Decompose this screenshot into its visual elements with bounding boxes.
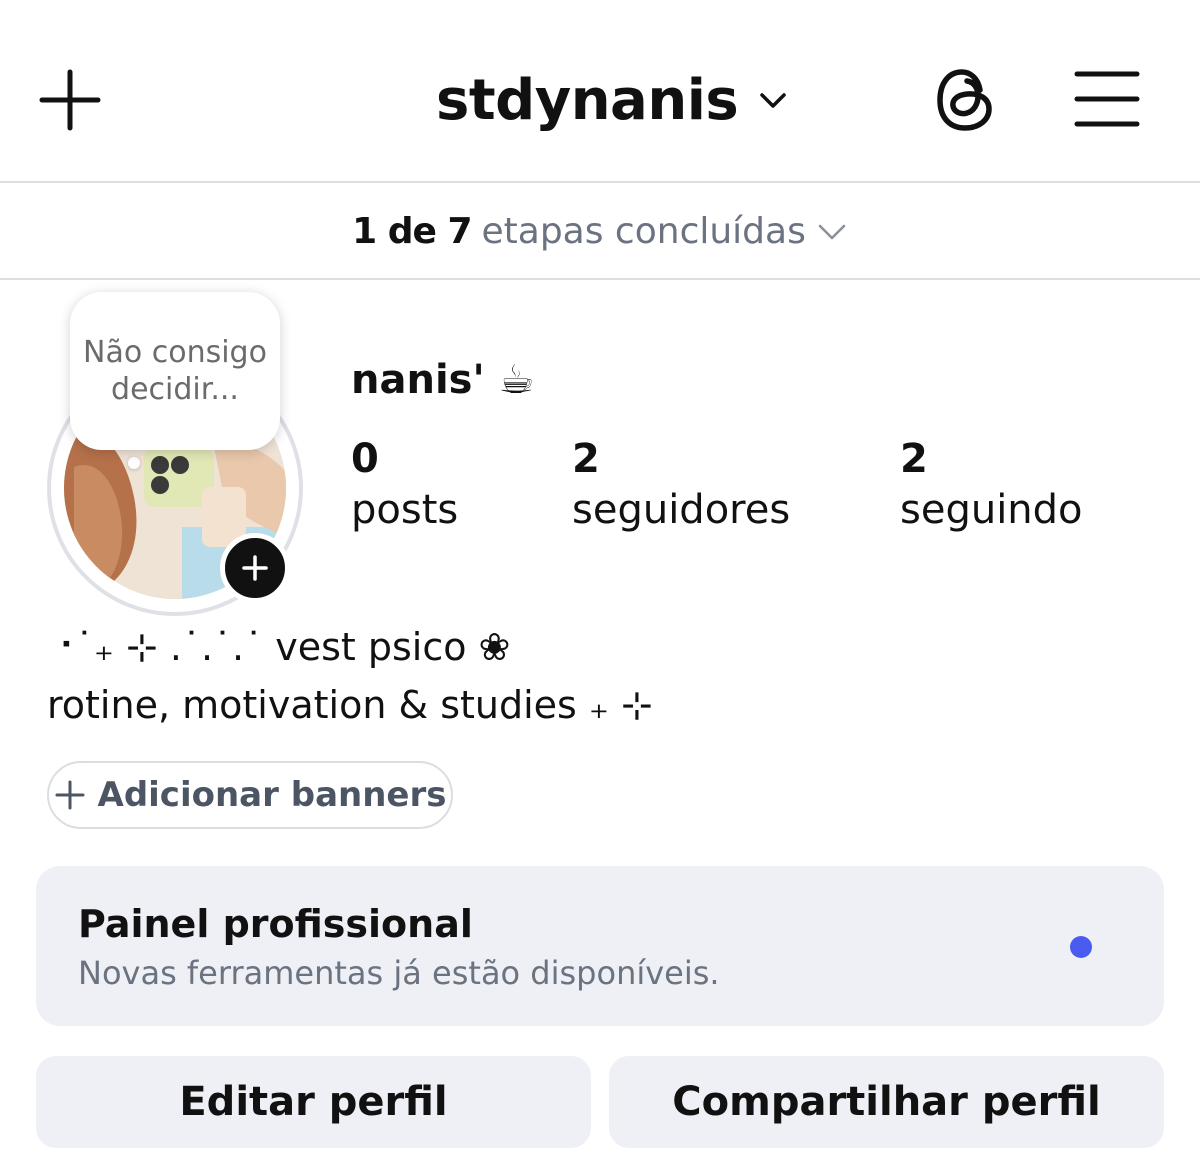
notification-dot	[1070, 936, 1092, 958]
stat-label: seguindo	[900, 487, 1083, 533]
steps-count: 1 de 7	[352, 210, 472, 252]
chevron-down-icon	[818, 224, 846, 240]
note-bubble[interactable]: Não consigo decidir...	[70, 292, 280, 450]
pro-subtitle: Novas ferramentas já estão disponíveis.	[78, 954, 720, 992]
username: stdynanis	[436, 67, 739, 133]
edit-profile-button[interactable]: Editar perfil	[36, 1056, 591, 1148]
stat-label: seguidores	[572, 487, 791, 533]
plus-icon	[242, 555, 268, 581]
divider	[0, 278, 1200, 280]
divider	[0, 181, 1200, 183]
stat-value: 0	[351, 436, 379, 482]
stat-followers[interactable]: 2 seguidores	[572, 436, 790, 538]
pro-title: Painel profissional	[78, 902, 473, 946]
create-button[interactable]	[38, 68, 102, 132]
hamburger-menu-icon	[1074, 71, 1140, 127]
stat-label: posts	[351, 487, 459, 533]
steps-label: etapas concluídas	[481, 210, 806, 252]
stat-following[interactable]: 2 seguindo	[900, 436, 1083, 538]
plus-icon	[39, 69, 101, 131]
stat-posts[interactable]: 0 posts	[351, 436, 458, 538]
display-name: nanis' ☕	[351, 357, 535, 403]
bio: ⠐˙₊ ⊹ .˙.˙.˙ vest psico ❀ rotine, motiva…	[47, 618, 653, 734]
add-story-button[interactable]	[220, 533, 290, 603]
plus-icon	[55, 780, 84, 810]
share-profile-button[interactable]: Compartilhar perfil	[609, 1056, 1164, 1148]
professional-dashboard-card[interactable]: Painel profissional Novas ferramentas já…	[36, 866, 1164, 1026]
chevron-down-icon	[760, 93, 786, 108]
onboarding-steps[interactable]: 1 de 7 etapas concluídas	[0, 184, 1200, 278]
threads-icon	[937, 69, 992, 131]
note-text: Não consigo decidir...	[83, 335, 267, 407]
top-bar: stdynanis	[0, 0, 1200, 182]
stat-value: 2	[572, 436, 600, 482]
add-banners-button[interactable]: Adicionar banners	[47, 761, 453, 829]
add-banners-label: Adicionar banners	[97, 775, 447, 815]
bio-line: ⠐˙₊ ⊹ .˙.˙.˙ vest psico ❀	[47, 625, 511, 669]
account-switcher[interactable]: stdynanis	[436, 60, 790, 140]
menu-button[interactable]	[1074, 68, 1140, 130]
bio-line: rotine, motivation & studies ₊ ⊹	[47, 683, 653, 727]
note-bubble-tail	[128, 457, 140, 469]
threads-button[interactable]	[934, 66, 998, 134]
stat-value: 2	[900, 436, 928, 482]
